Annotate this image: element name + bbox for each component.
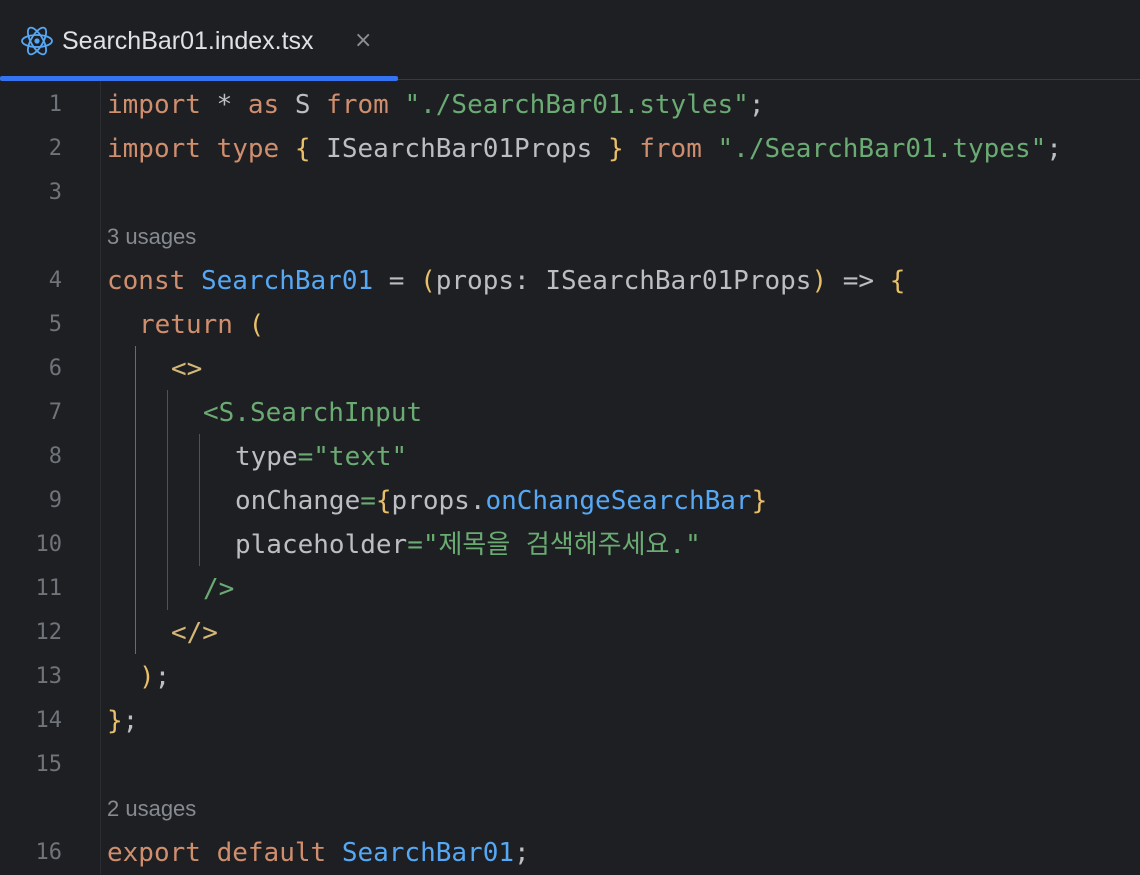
code-line: 6 <> — [0, 347, 1140, 391]
code-text: <> — [171, 354, 203, 384]
close-icon[interactable]: × — [354, 24, 372, 58]
line-number: 7 — [48, 400, 62, 425]
tab-title: SearchBar01.index.tsx — [62, 27, 314, 55]
code-text: const SearchBar01 = (props: ISearchBar01… — [107, 266, 906, 296]
code-line: 10 placeholder="제목을 검색해주세요." — [0, 523, 1140, 567]
code-line: 2 import type { ISearchBar01Props } from… — [0, 127, 1140, 171]
line-number: 2 — [48, 136, 62, 161]
code-text: /> — [203, 574, 235, 604]
line-number: 1 — [48, 92, 62, 117]
inlay-hint-row: 3 usages — [0, 215, 1140, 259]
code-line: 11 /> — [0, 567, 1140, 611]
line-number: 5 — [48, 312, 62, 337]
react-icon — [21, 26, 53, 56]
line-number: 4 — [48, 268, 62, 293]
code-line: 5 return ( — [0, 303, 1140, 347]
code-text: import * as S from "./SearchBar01.styles… — [107, 90, 765, 120]
line-number: 15 — [35, 752, 63, 777]
code-text: </> — [171, 618, 218, 648]
code-line: 15 — [0, 743, 1140, 787]
code-text: return ( — [139, 310, 265, 340]
code-line: 1 import * as S from "./SearchBar01.styl… — [0, 83, 1140, 127]
code-line: 16 export default SearchBar01; — [0, 831, 1140, 875]
code-line: 9 onChange={props.onChangeSearchBar} — [0, 479, 1140, 523]
code-text: <S.SearchInput — [203, 398, 423, 428]
code-text: import type { ISearchBar01Props } from "… — [107, 134, 1062, 164]
code-text: onChange={props.onChangeSearchBar} — [235, 486, 768, 516]
usages-hint[interactable]: 3 usages — [107, 215, 196, 259]
inlay-hint-row: 2 usages — [0, 787, 1140, 831]
code-text: type="text" — [235, 442, 408, 472]
code-line: 4 const SearchBar01 = (props: ISearchBar… — [0, 259, 1140, 303]
line-number: 13 — [35, 664, 63, 689]
line-number: 8 — [48, 444, 62, 469]
line-number: 6 — [48, 356, 62, 381]
line-number: 10 — [35, 532, 63, 557]
code-line: 13 ); — [0, 655, 1140, 699]
code-text: placeholder="제목을 검색해주세요." — [235, 530, 701, 560]
code-text: export default SearchBar01; — [107, 838, 530, 868]
code-text: ); — [139, 662, 171, 692]
line-number: 14 — [35, 708, 63, 733]
code-line: 3 — [0, 171, 1140, 215]
line-number: 16 — [35, 840, 63, 865]
line-number: 9 — [48, 488, 62, 513]
code-editor[interactable]: 1 import * as S from "./SearchBar01.styl… — [0, 81, 1140, 874]
code-line: 8 type="text" — [0, 435, 1140, 479]
line-number: 3 — [48, 180, 62, 205]
usages-hint[interactable]: 2 usages — [107, 787, 196, 831]
code-line: 7 <S.SearchInput — [0, 391, 1140, 435]
tab-searchbar01-index[interactable]: SearchBar01.index.tsx × — [0, 0, 398, 81]
code-line: 14 }; — [0, 699, 1140, 743]
line-number: 12 — [35, 620, 63, 645]
editor-tab-bar: SearchBar01.index.tsx × — [0, 0, 1140, 81]
line-number: 11 — [35, 576, 63, 601]
code-line: 12 </> — [0, 611, 1140, 655]
code-text: }; — [107, 706, 139, 736]
